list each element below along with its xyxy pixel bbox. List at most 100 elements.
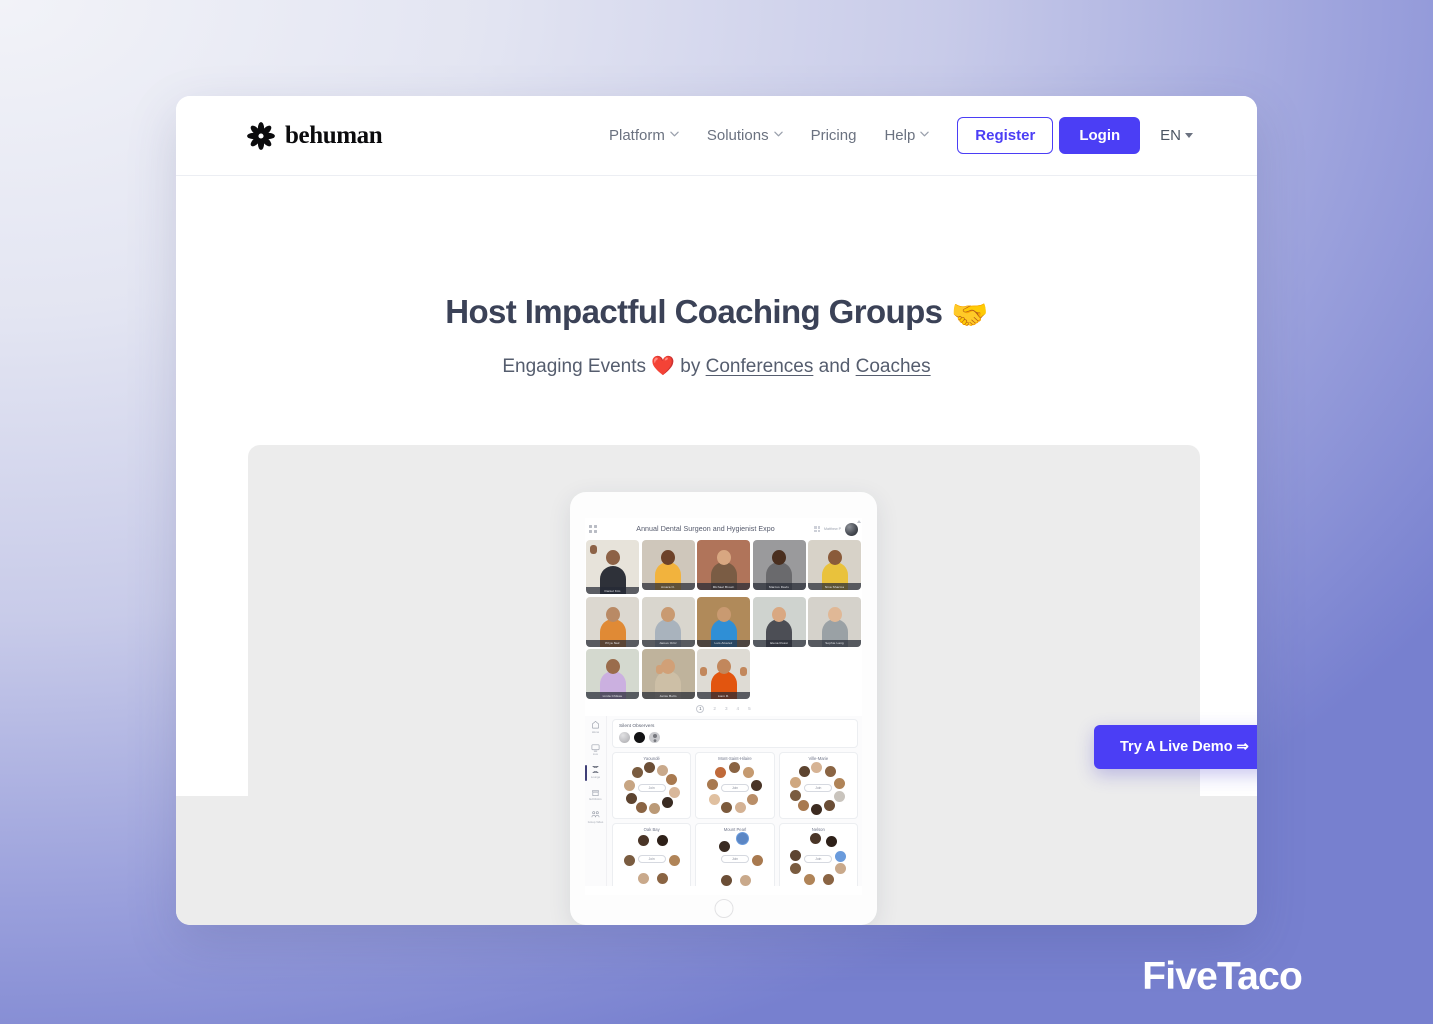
seat-ring: Join	[623, 833, 680, 885]
participant-name: Jamie Bello	[641, 692, 695, 699]
app-sidebar: Home Live Lounge Exhibitors Group Video	[585, 716, 607, 886]
table-row[interactable]: Amara O.	[641, 540, 695, 590]
table-row[interactable]: Nina Sharma	[808, 540, 861, 590]
join-button[interactable]: Join	[720, 784, 749, 792]
avatar[interactable]	[845, 522, 858, 536]
sidebar-item-live[interactable]: Live	[585, 743, 606, 756]
observer-avatar-gray[interactable]	[619, 732, 630, 743]
meeting-title: Annual Dental Surgeon and Hygienist Expo	[636, 525, 775, 533]
sidebar-item-home[interactable]: Home	[585, 720, 606, 734]
grid-layout-icon[interactable]	[589, 525, 597, 533]
lounge-body: Silent Observers Yaoundé Join Mont-Saint…	[607, 520, 862, 886]
participant-name: Linda Chikwe	[586, 692, 639, 699]
sidebar-item-lounge[interactable]: Lounge	[585, 765, 606, 781]
language-selector[interactable]: EN	[1140, 119, 1193, 152]
room-name: Mount Pearl	[723, 827, 747, 832]
seat-ring: Join	[790, 762, 846, 815]
meeting-header: Annual Dental Surgeon and Hygienist Expo…	[585, 518, 862, 540]
participant-name: Marcus Davis	[752, 583, 806, 590]
table-row[interactable]: Michael Brown	[697, 540, 750, 590]
list-item[interactable]: Oak Bay Join	[612, 823, 692, 886]
chevron-down-icon	[773, 131, 783, 140]
tablet-screen: Annual Dental Surgeon and Hygienist Expo…	[585, 518, 862, 895]
subtitle-and: and	[818, 356, 851, 377]
lounge-section: Home Live Lounge Exhibitors Group Video …	[585, 520, 862, 886]
room-name: Yaoundé	[643, 756, 660, 761]
tablet-home-button[interactable]	[714, 899, 733, 918]
observer-avatar-dark[interactable]	[634, 732, 645, 743]
list-item[interactable]: Yaoundé Join	[612, 752, 692, 819]
login-button[interactable]: Login	[1059, 117, 1141, 154]
participant-name: Liam R.	[697, 692, 750, 699]
list-item[interactable]: Ville-Marie Join	[778, 752, 858, 819]
table-row[interactable]: Priya Nair	[586, 596, 639, 647]
page-4[interactable]: 4	[737, 706, 740, 711]
sidebar-label: Lounge	[590, 775, 601, 779]
breakout-room-grid: Yaoundé Join Mont-Saint-Hilaire Join Vil…	[612, 752, 858, 886]
list-item[interactable]: Mount Pearl Join	[695, 823, 775, 886]
join-button[interactable]: Join	[804, 784, 833, 792]
sidebar-label: Exhibitors	[589, 798, 602, 801]
nav-item-help[interactable]: Help	[870, 119, 943, 152]
seat-ring: Join	[623, 762, 680, 814]
table-row[interactable]: Elena Rossi	[752, 596, 806, 647]
participant-name: Luis Alvarez	[697, 639, 750, 647]
participant-name: Elena Rossi	[752, 639, 806, 647]
table-row[interactable]: Daniel Kim	[586, 540, 639, 594]
participant-name: Daniel Kim	[586, 587, 639, 594]
nav-item-pricing[interactable]: Pricing	[797, 119, 871, 152]
host-name: Matthew P	[824, 527, 841, 531]
silent-observers-panel: Silent Observers	[612, 719, 858, 748]
join-button[interactable]: Join	[637, 784, 666, 792]
table-row[interactable]: Sophie Lang	[808, 596, 861, 647]
table-row[interactable]: Linda Chikwe	[586, 649, 639, 699]
link-coaches[interactable]: Coaches	[856, 356, 931, 377]
seat-ring: Join	[706, 762, 763, 814]
heart-emoji: ❤️	[651, 356, 675, 377]
sidebar-item-group-video[interactable]: Group Video	[585, 810, 606, 824]
language-label: EN	[1160, 127, 1181, 144]
nav-item-solutions[interactable]: Solutions	[693, 119, 797, 152]
tablet-device-mockup: Annual Dental Surgeon and Hygienist Expo…	[570, 492, 877, 925]
page-1[interactable]: 1	[696, 704, 705, 713]
join-button[interactable]: Join	[637, 855, 666, 863]
layout-toggle-icon[interactable]	[814, 526, 821, 532]
list-item[interactable]: Mont-Saint-Hilaire Join	[695, 752, 775, 819]
table-row[interactable]: Marcus Davis	[752, 540, 806, 590]
list-item[interactable]: Nelson Join	[778, 823, 858, 886]
subtitle-by: by	[680, 356, 701, 377]
page-title-text: Host Impactful Coaching Groups	[445, 293, 943, 330]
page-5[interactable]: 5	[748, 706, 751, 711]
chevron-down-icon	[670, 131, 679, 140]
sidebar-label: Live	[592, 753, 599, 756]
main-nav: Platform Solutions Pricing Help Register…	[595, 117, 1193, 154]
participant-name: Michael Brown	[697, 583, 750, 590]
page-3[interactable]: 3	[725, 706, 728, 711]
page-title: Host Impactful Coaching Groups 🤝	[176, 292, 1257, 334]
register-button[interactable]: Register	[957, 117, 1054, 154]
site-header: behuman Platform Solutions Pricing Help	[176, 96, 1257, 176]
link-conferences[interactable]: Conferences	[706, 356, 814, 377]
page-2[interactable]: 2	[713, 706, 716, 711]
participant-name: Sophie Lang	[808, 639, 861, 647]
room-name: Oak Bay	[643, 827, 660, 832]
table-row[interactable]: Luis Alvarez	[697, 596, 750, 647]
silent-observers-title: Silent Observers	[619, 724, 655, 729]
participant-name: James Ortiz	[641, 639, 695, 647]
nav-item-platform[interactable]: Platform	[595, 119, 693, 152]
hero-section: Host Impactful Coaching Groups 🤝 Engagin…	[176, 176, 1257, 378]
join-button[interactable]: Join	[804, 855, 833, 863]
try-live-demo-button[interactable]: Try A Live Demo ⇒	[1094, 725, 1257, 769]
table-row[interactable]: James Ortiz	[641, 596, 695, 647]
table-row[interactable]: Jamie Bello	[641, 649, 695, 699]
join-button[interactable]: Join	[720, 855, 749, 863]
flower-asterisk-icon	[246, 121, 276, 151]
meeting-header-right: Matthew P	[814, 522, 858, 536]
table-row[interactable]: Liam R.	[697, 649, 750, 699]
observer-avatars	[619, 732, 851, 743]
observer-avatar-placeholder[interactable]	[649, 732, 660, 743]
sidebar-item-exhibitors[interactable]: Exhibitors	[585, 788, 606, 801]
participant-name: Nina Sharma	[808, 583, 861, 590]
logo[interactable]: behuman	[246, 121, 383, 151]
nav-label: Help	[884, 127, 916, 144]
